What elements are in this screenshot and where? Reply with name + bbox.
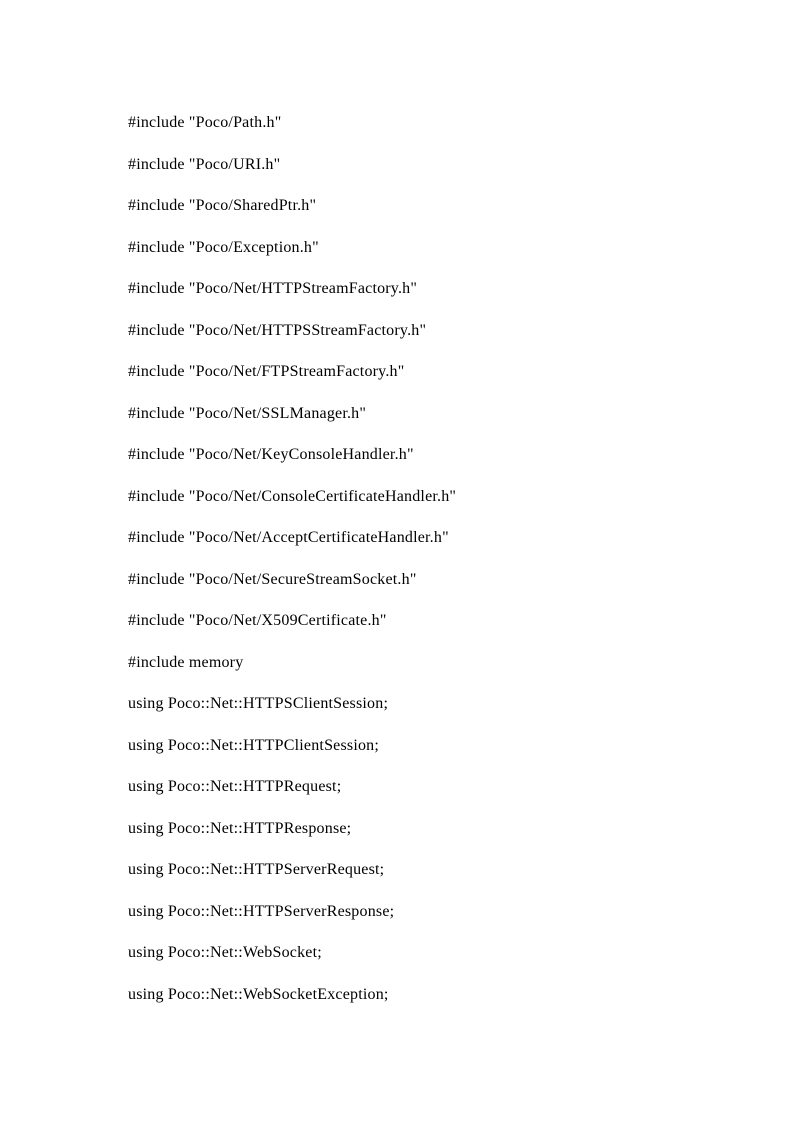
code-line: #include "Poco/SharedPtr.h" [128,198,672,214]
code-line: using Poco::Net::HTTPClientSession; [128,738,672,754]
code-line: using Poco::Net::HTTPServerRequest; [128,862,672,878]
code-line: #include "Poco/Net/SecureStreamSocket.h" [128,572,672,588]
code-block: #include "Poco/Path.h" #include "Poco/UR… [128,115,672,1003]
code-line: using Poco::Net::WebSocket; [128,945,672,961]
code-line: #include "Poco/Net/HTTPStreamFactory.h" [128,281,672,297]
code-line: #include memory [128,655,672,671]
code-line: #include "Poco/Net/ConsoleCertificateHan… [128,489,672,505]
code-line: #include "Poco/Net/SSLManager.h" [128,406,672,422]
code-line: #include "Poco/Exception.h" [128,240,672,256]
code-line: #include "Poco/Net/AcceptCertificateHand… [128,530,672,546]
code-line: #include "Poco/Net/X509Certificate.h" [128,613,672,629]
code-line: using Poco::Net::HTTPResponse; [128,821,672,837]
code-line: using Poco::Net::HTTPSClientSession; [128,696,672,712]
code-line: #include "Poco/Net/FTPStreamFactory.h" [128,364,672,380]
code-line: using Poco::Net::HTTPRequest; [128,779,672,795]
code-line: #include "Poco/Net/KeyConsoleHandler.h" [128,447,672,463]
code-line: using Poco::Net::WebSocketException; [128,987,672,1003]
code-line: #include "Poco/Net/HTTPSStreamFactory.h" [128,323,672,339]
code-line: #include "Poco/URI.h" [128,157,672,173]
code-line: using Poco::Net::HTTPServerResponse; [128,904,672,920]
code-line: #include "Poco/Path.h" [128,115,672,131]
